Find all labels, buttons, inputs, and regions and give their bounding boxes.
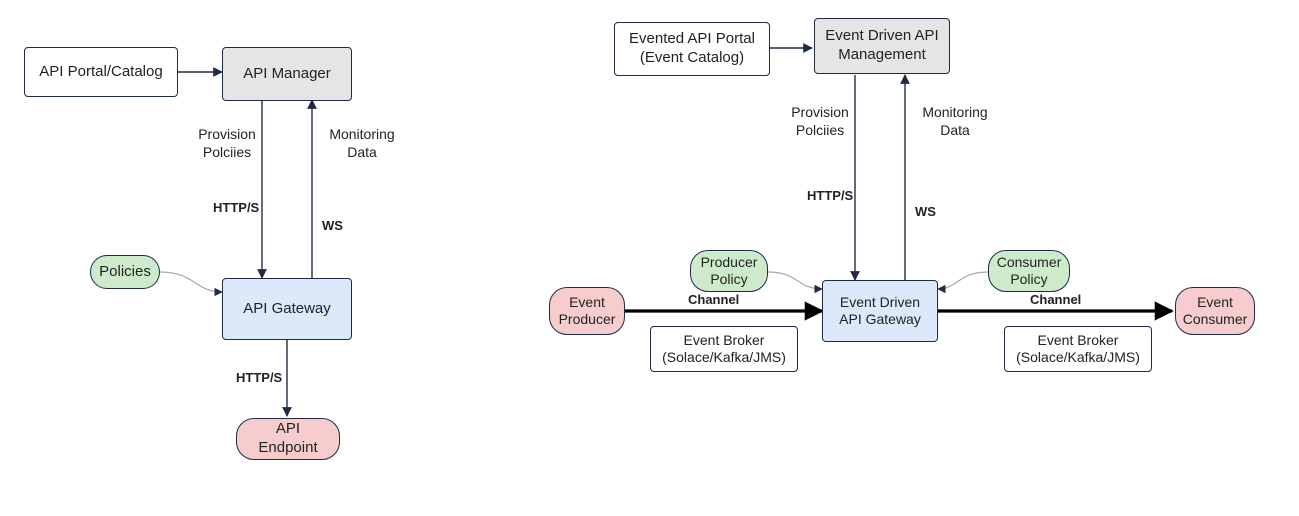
producer-policy-pill: Producer Policy bbox=[690, 250, 768, 292]
api-portal-box: API Portal/Catalog bbox=[24, 47, 178, 97]
monitoring-label-left: Monitoring Data bbox=[322, 126, 402, 161]
ws-label-right: WS bbox=[915, 204, 936, 220]
channel-label-2: Channel bbox=[1030, 292, 1081, 308]
api-endpoint-pill: API Endpoint bbox=[236, 418, 340, 460]
event-consumer-pill: Event Consumer bbox=[1175, 287, 1255, 335]
provision-label-left: Provision Polciies bbox=[192, 126, 262, 161]
https-label-left2: HTTP/S bbox=[236, 370, 282, 386]
event-gateway-box: Event Driven API Gateway bbox=[822, 280, 938, 342]
evented-portal-box: Evented API Portal (Event Catalog) bbox=[614, 22, 770, 76]
api-manager-box: API Manager bbox=[222, 47, 352, 101]
policies-pill: Policies bbox=[90, 255, 160, 289]
monitoring-label-right: Monitoring Data bbox=[915, 104, 995, 139]
https-label-left1: HTTP/S bbox=[213, 200, 259, 216]
https-label-right: HTTP/S bbox=[807, 188, 853, 204]
event-broker-box-1: Event Broker (Solace/Kafka/JMS) bbox=[650, 326, 798, 372]
ws-label-left: WS bbox=[322, 218, 343, 234]
provision-label-right: Provision Polciies bbox=[785, 104, 855, 139]
connector-layer bbox=[0, 0, 1299, 516]
channel-label-1: Channel bbox=[688, 292, 739, 308]
event-broker-box-2: Event Broker (Solace/Kafka/JMS) bbox=[1004, 326, 1152, 372]
event-manager-box: Event Driven API Management bbox=[814, 18, 950, 74]
event-producer-pill: Event Producer bbox=[549, 287, 625, 335]
consumer-policy-pill: Consumer Policy bbox=[988, 250, 1070, 292]
api-gateway-box: API Gateway bbox=[222, 278, 352, 340]
